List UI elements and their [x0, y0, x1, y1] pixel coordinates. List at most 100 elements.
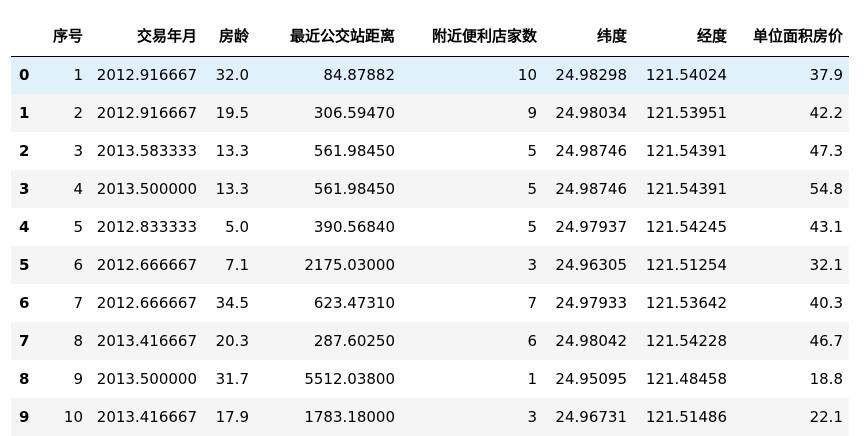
table-cell: 54.8 — [809, 180, 843, 198]
table-cell: 1 — [73, 66, 83, 85]
table-cell: 1 — [527, 370, 537, 388]
table-cell: 7 — [73, 294, 83, 312]
table-cell: 6 — [73, 256, 83, 274]
table-cell: 24.97937 — [555, 218, 627, 236]
table-header: 序号 交易年月 房龄 最近公交站距离 附近便利店家数 纬度 经度 单位面积房价 — [11, 16, 849, 57]
table-cell: 5 — [527, 180, 537, 198]
table-cell: 2013.416667 — [96, 408, 197, 426]
table-cell: 24.95095 — [555, 370, 627, 388]
table-cell: 623.47310 — [313, 294, 395, 312]
table-cell: 31.7 — [215, 370, 249, 388]
table-cell: 121.51486 — [645, 408, 727, 426]
table-cell: 121.54228 — [645, 332, 727, 350]
table-cell: 287.60250 — [313, 332, 395, 350]
table-cell: 2012.916667 — [96, 66, 197, 85]
table-cell: 7 — [527, 294, 537, 312]
table-cell: 46.7 — [809, 332, 843, 350]
table-cell: 24.98034 — [555, 104, 627, 122]
dataframe-output: 序号 交易年月 房龄 最近公交站距离 附近便利店家数 纬度 经度 单位面积房价 … — [11, 16, 849, 436]
table-cell: 2012.666667 — [96, 294, 197, 312]
table-cell: 8 — [73, 332, 83, 350]
table-cell: 121.48458 — [645, 370, 727, 388]
column-header: 经度 — [633, 16, 733, 57]
table-cell: 24.98042 — [555, 332, 627, 350]
column-header: 纬度 — [543, 16, 633, 57]
table-cell: 2012.833333 — [96, 218, 197, 236]
table-cell: 2013.500000 — [96, 180, 197, 198]
table-cell: 9 — [73, 370, 83, 388]
column-header: 序号 — [37, 16, 89, 57]
row-index: 4 — [19, 218, 30, 236]
row-index: 3 — [19, 180, 30, 198]
table-cell: 121.54245 — [645, 218, 727, 236]
table-cell: 32.1 — [809, 256, 843, 274]
table-cell: 6 — [527, 332, 537, 350]
table-row: 3 4 2013.500000 13.3 561.98450 5 24.98746 121.5… — [11, 170, 849, 208]
table-cell: 24.96305 — [555, 256, 627, 274]
table-cell: 13.3 — [215, 180, 249, 198]
table-row: 2 3 2013.583333 13.3 561.98450 5 24.98746 121.5… — [11, 132, 849, 170]
column-header: 房龄 — [203, 16, 255, 57]
column-header: 最近公交站距离 — [255, 16, 401, 57]
table-row: 6 7 2012.666667 34.5 623.47310 7 24.97933 121.5… — [11, 284, 849, 322]
table-cell: 22.1 — [809, 408, 843, 426]
row-index: 9 — [19, 408, 30, 426]
row-index: 7 — [19, 332, 30, 350]
table-cell: 17.9 — [215, 408, 249, 426]
column-header: 附近便利店家数 — [401, 16, 543, 57]
table-cell: 84.87882 — [323, 66, 395, 85]
table-cell: 37.9 — [809, 66, 843, 85]
table-cell: 121.54391 — [645, 142, 727, 160]
table-cell: 9 — [527, 104, 537, 122]
table-body: 0 1 2012.916667 32.0 84.87882 10 24.98298 121.5… — [11, 56, 849, 436]
table-cell: 2 — [73, 104, 83, 122]
table-cell: 24.96731 — [555, 408, 627, 426]
table-row: 5 6 2012.666667 7.1 2175.03000 3 24.96305 121.5… — [11, 246, 849, 284]
row-index: 5 — [19, 256, 30, 274]
table-cell: 121.53951 — [645, 104, 727, 122]
table-cell: 5 — [527, 142, 537, 160]
table-cell: 47.3 — [809, 142, 843, 160]
table-cell: 24.97933 — [555, 294, 627, 312]
table-cell: 2175.03000 — [304, 256, 395, 274]
table-cell: 13.3 — [215, 142, 249, 160]
row-index: 0 — [19, 66, 30, 85]
table-cell: 2012.916667 — [96, 104, 197, 122]
header-row: 序号 交易年月 房龄 最近公交站距离 附近便利店家数 纬度 经度 单位面积房价 — [11, 16, 849, 57]
table-cell: 24.98746 — [555, 142, 627, 160]
table-cell: 121.54024 — [645, 66, 727, 85]
table-cell: 2013.500000 — [96, 370, 197, 388]
table-cell: 121.51254 — [645, 256, 727, 274]
table-cell: 121.53642 — [645, 294, 727, 312]
column-header: 单位面积房价 — [733, 16, 849, 57]
table-cell: 390.56840 — [313, 218, 395, 236]
table-cell: 5512.03800 — [304, 370, 395, 388]
table-cell: 43.1 — [809, 218, 843, 236]
table-cell: 561.98450 — [313, 180, 395, 198]
table-cell: 3 — [527, 256, 537, 274]
table-cell: 32.0 — [215, 66, 249, 85]
table-cell: 40.3 — [809, 294, 843, 312]
index-header — [11, 16, 37, 57]
table-row: 8 9 2013.500000 31.7 5512.03800 1 24.95095 121.… — [11, 360, 849, 398]
row-index: 1 — [19, 104, 30, 122]
table-cell: 34.5 — [215, 294, 249, 312]
table-row: 1 2 2012.916667 19.5 306.59470 9 24.98034 121.5… — [11, 94, 849, 132]
table-cell: 7.1 — [225, 256, 249, 274]
table-cell: 10 — [63, 408, 83, 426]
row-index: 2 — [19, 142, 30, 160]
table-row: 9 10 2013.416667 17.9 1783.18000 3 24.96731 121… — [11, 398, 849, 436]
table-cell: 10 — [517, 66, 537, 85]
table-row: 4 5 2012.833333 5.0 390.56840 5 24.97937 121.54… — [11, 208, 849, 246]
table-cell: 5.0 — [225, 218, 249, 236]
table-cell: 3 — [527, 408, 537, 426]
table-cell: 2013.583333 — [96, 142, 197, 160]
table-cell: 561.98450 — [313, 142, 395, 160]
column-header: 交易年月 — [89, 16, 203, 57]
table-cell: 24.98746 — [555, 180, 627, 198]
table-cell: 20.3 — [215, 332, 249, 350]
table-cell: 4 — [73, 180, 83, 198]
table-cell: 3 — [73, 142, 83, 160]
table-cell: 2012.666667 — [96, 256, 197, 274]
row-index: 8 — [19, 370, 30, 388]
